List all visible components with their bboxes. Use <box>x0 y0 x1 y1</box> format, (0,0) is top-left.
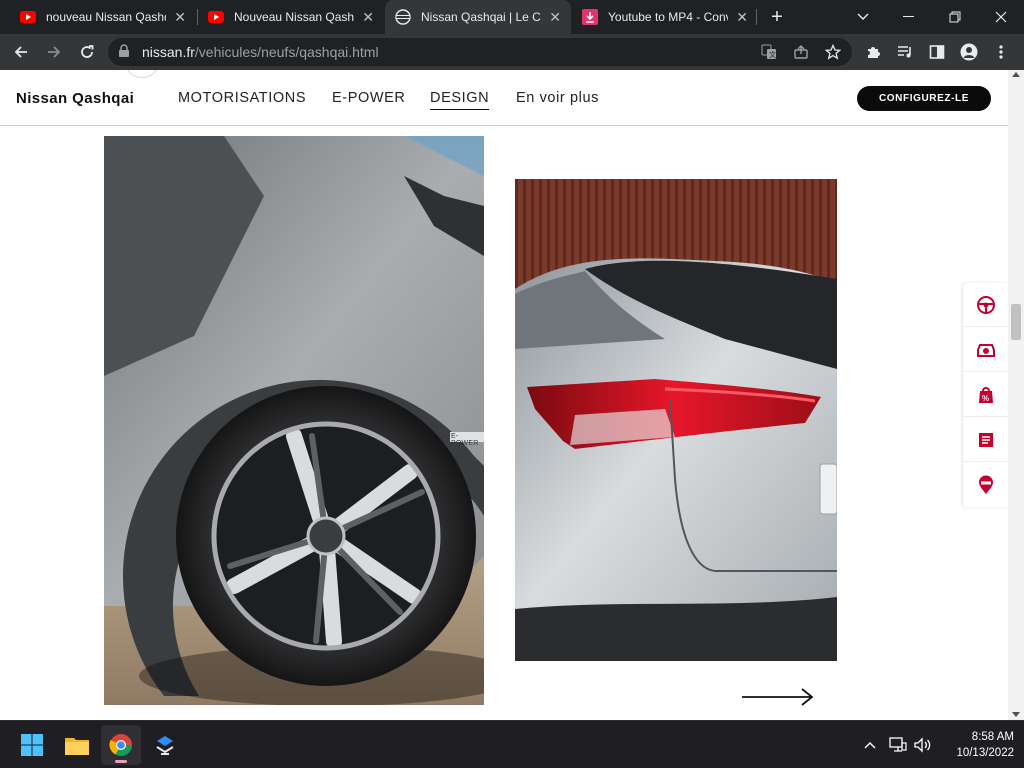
tab-title: nouveau Nissan Qashq <box>46 10 167 24</box>
configure-button[interactable]: CONFIGUREZ-LE <box>857 86 991 111</box>
brochure-icon <box>978 432 993 447</box>
tab-title: Youtube to MP4 - Conv <box>608 10 729 24</box>
minimize-button[interactable] <box>886 0 932 34</box>
browser-tab-4[interactable]: Youtube to MP4 - Conv ✕ <box>572 0 758 34</box>
media-playlist-icon[interactable] <box>895 42 915 62</box>
back-button[interactable] <box>9 40 33 64</box>
tab-title: Nouveau Nissan Qashq <box>234 10 355 24</box>
extensions-puzzle-icon[interactable] <box>863 42 883 62</box>
promo-tag-icon: % <box>978 386 993 403</box>
close-window-button[interactable] <box>978 0 1024 34</box>
forward-button[interactable] <box>42 40 66 64</box>
browser-tab-1[interactable]: nouveau Nissan Qashq ✕ <box>10 0 196 34</box>
web-page: Nissan Qashqai MOTORISATIONS E-POWER DES… <box>0 70 1008 720</box>
tab-search-icon[interactable] <box>840 0 886 34</box>
scroll-down-icon[interactable] <box>1012 712 1020 717</box>
system-clock[interactable]: 8:58 AM 10/13/2022 <box>940 729 1014 761</box>
close-tab-icon[interactable]: ✕ <box>174 9 186 26</box>
volume-icon[interactable] <box>913 735 933 755</box>
steering-wheel-icon <box>976 295 995 314</box>
car-test-icon <box>976 343 995 357</box>
bookmark-star-icon[interactable] <box>824 43 842 61</box>
translate-icon[interactable]: 文 <box>760 43 778 61</box>
chrome-icon[interactable] <box>101 725 141 765</box>
close-tab-icon[interactable]: ✕ <box>549 9 561 26</box>
browser-toolbar: nissan.fr/vehicules/neufs/qashqai.html 文 <box>0 34 1024 70</box>
windows-start-icon[interactable] <box>12 725 52 765</box>
nissan-icon <box>395 9 411 25</box>
nav-motorisations[interactable]: MOTORISATIONS <box>178 90 306 106</box>
youtube-icon <box>20 9 36 25</box>
reload-button[interactable] <box>75 40 99 64</box>
scroll-up-icon[interactable] <box>1012 72 1020 77</box>
test-drive-button[interactable] <box>963 283 1008 327</box>
decorative-ring <box>126 70 158 78</box>
offers-button[interactable]: % <box>963 373 1008 417</box>
side-tools-panel: % <box>963 283 1008 507</box>
chrome-menu-icon[interactable] <box>991 42 1011 62</box>
close-tab-icon[interactable]: ✕ <box>362 9 374 26</box>
app-icon[interactable] <box>145 725 185 765</box>
tab-strip: nouveau Nissan Qashq ✕ Nouveau Nissan Qa… <box>0 0 1024 34</box>
youtube-icon <box>208 9 224 25</box>
tab-title: Nissan Qashqai | Le Cr <box>421 10 542 24</box>
next-arrow-icon[interactable] <box>740 686 816 708</box>
e-power-badge: E-POWER <box>451 433 479 447</box>
windows-taskbar: 8:58 AM 10/13/2022 <box>0 720 1024 768</box>
brochure-button[interactable] <box>963 418 1008 462</box>
tail-light-photo[interactable] <box>515 179 837 661</box>
restore-button[interactable] <box>932 0 978 34</box>
show-hidden-icons[interactable] <box>860 735 880 755</box>
scroll-thumb[interactable] <box>1011 304 1021 340</box>
browser-tab-3-active[interactable]: Nissan Qashqai | Le Cr ✕ <box>385 0 571 34</box>
file-explorer-icon[interactable] <box>57 725 97 765</box>
side-panel-icon[interactable] <box>927 42 947 62</box>
nav-design[interactable]: DESIGN <box>430 90 490 110</box>
url-text: nissan.fr/vehicules/neufs/qashqai.html <box>142 44 379 60</box>
download-icon <box>582 9 598 25</box>
clock-date: 10/13/2022 <box>956 747 1014 759</box>
share-icon[interactable] <box>792 43 810 61</box>
site-navigation: Nissan Qashqai MOTORISATIONS E-POWER DES… <box>0 70 1008 126</box>
new-tab-button[interactable]: + <box>764 4 790 30</box>
network-icon[interactable] <box>888 735 908 755</box>
brand-title[interactable]: Nissan Qashqai <box>16 90 134 107</box>
page-scrollbar[interactable] <box>1008 70 1024 720</box>
profile-avatar-icon[interactable] <box>959 42 979 62</box>
lock-icon[interactable] <box>118 44 130 63</box>
nav-e-power[interactable]: E-POWER <box>332 90 405 106</box>
svg-text:%: % <box>982 394 989 403</box>
close-tab-icon[interactable]: ✕ <box>736 9 748 26</box>
nav-en-voir-plus[interactable]: En voir plus <box>516 90 599 106</box>
address-bar[interactable]: nissan.fr/vehicules/neufs/qashqai.html 文 <box>108 38 852 66</box>
browser-tab-2[interactable]: Nouveau Nissan Qashq ✕ <box>198 0 384 34</box>
wheel-photo[interactable]: E-POWER <box>104 136 484 705</box>
clock-time: 8:58 AM <box>971 731 1014 743</box>
vehicle-button[interactable] <box>963 328 1008 372</box>
svg-text:文: 文 <box>769 50 776 59</box>
dealer-locator-button[interactable] <box>963 463 1008 507</box>
location-pin-icon <box>978 475 993 494</box>
